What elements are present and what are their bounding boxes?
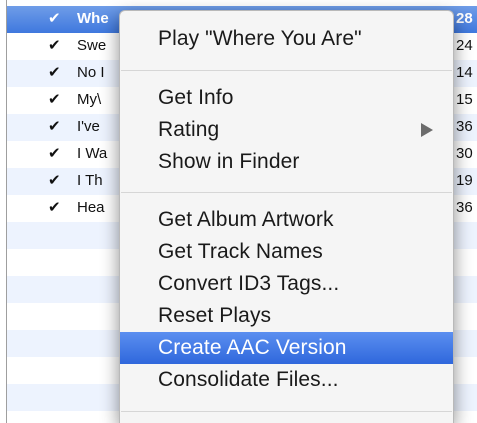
- track-name: I Th: [77, 172, 103, 189]
- checkmark-icon[interactable]: ✔: [48, 144, 61, 162]
- menu-item-label: Get Info: [158, 86, 234, 109]
- menu-item-label: Get Track Names: [158, 240, 323, 263]
- track-time: 15: [456, 91, 473, 108]
- menu-item-get-album-artwork[interactable]: Get Album Artwork: [120, 204, 453, 236]
- track-name: My\: [77, 91, 102, 108]
- menu-item-label: Show in Finder: [158, 150, 300, 173]
- menu-item-label: Get Album Artwork: [158, 208, 334, 231]
- submenu-arrow-icon: [421, 123, 433, 137]
- menu-item-reset-plays[interactable]: Reset Plays: [120, 300, 453, 332]
- track-time: 36: [456, 199, 473, 216]
- menu-item-play[interactable]: Play "Where You Are": [120, 23, 453, 55]
- track-time: 14: [456, 64, 473, 81]
- menu-item-label: Consolidate Files...: [158, 368, 339, 391]
- track-time: 24: [456, 37, 473, 54]
- checkmark-icon[interactable]: ✔: [48, 198, 61, 216]
- menu-item-get-info[interactable]: Get Info: [120, 82, 453, 114]
- menu-item-label: Rating: [158, 118, 220, 141]
- checkmark-icon[interactable]: ✔: [48, 117, 61, 135]
- menu-item-consolidate-files[interactable]: Consolidate Files...: [120, 364, 453, 396]
- menu-separator: [121, 70, 452, 71]
- menu-item-label: Create AAC Version: [158, 336, 347, 359]
- menu-separator: [121, 411, 452, 412]
- checkmark-icon[interactable]: ✔: [48, 171, 61, 189]
- menu-separator: [121, 192, 452, 193]
- menu-item-convert-id3-tags[interactable]: Convert ID3 Tags...: [120, 268, 453, 300]
- menu-item-create-aac-version[interactable]: Create AAC Version: [120, 332, 453, 364]
- menu-item-get-track-names[interactable]: Get Track Names: [120, 236, 453, 268]
- track-name: I Wa: [77, 145, 108, 162]
- menu-item-label: Reset Plays: [158, 304, 272, 327]
- menu-item-rating[interactable]: Rating: [120, 114, 453, 146]
- track-name: Whe: [77, 10, 109, 27]
- track-time: 28: [456, 10, 473, 27]
- track-name: No I: [77, 64, 105, 81]
- menu-item-label: Play "Where You Are": [158, 27, 362, 50]
- track-name: Hea: [77, 199, 105, 216]
- track-time: 36: [456, 118, 473, 135]
- checkmark-icon[interactable]: ✔: [48, 36, 61, 54]
- checkmark-icon[interactable]: ✔: [48, 90, 61, 108]
- checkmark-icon[interactable]: ✔: [48, 9, 61, 27]
- track-time: 30: [456, 145, 473, 162]
- checkmark-icon[interactable]: ✔: [48, 63, 61, 81]
- menu-item-label: Convert ID3 Tags...: [158, 272, 340, 295]
- track-time: 19: [456, 172, 473, 189]
- menu-item-show-in-finder[interactable]: Show in Finder: [120, 146, 453, 178]
- track-name: I've: [77, 118, 100, 135]
- track-name: Swe: [77, 37, 107, 54]
- context-menu: Play "Where You Are" Get Info Rating Sho…: [119, 10, 454, 423]
